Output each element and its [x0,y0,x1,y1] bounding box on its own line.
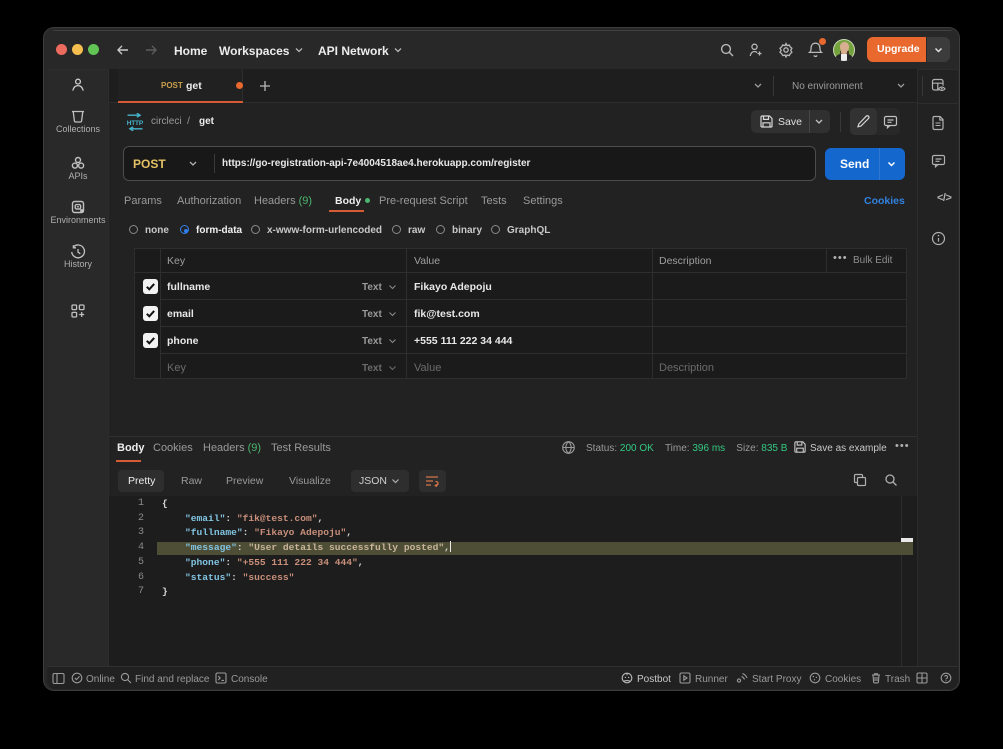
svg-text:HTTP: HTTP [127,120,144,127]
